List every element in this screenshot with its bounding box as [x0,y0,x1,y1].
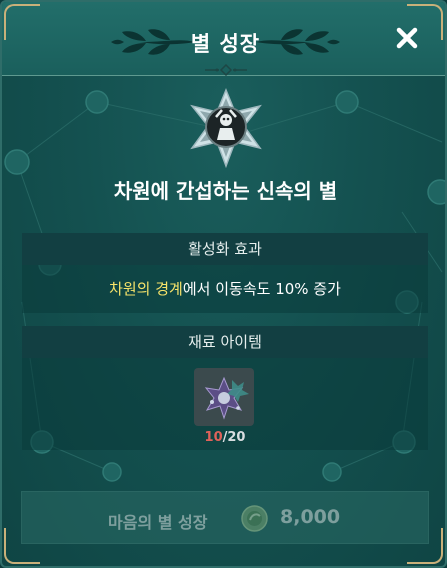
material-count: 10/20 [22,430,428,445]
grow-button-cost: 8,000 [280,506,341,528]
title-ornament-icon [205,64,247,76]
star-fragment-icon [204,376,249,420]
corner-ornament [4,4,40,40]
star-name: 차원에 간섭하는 신속의 별 [113,179,338,203]
corner-ornament [407,528,443,564]
material-count-current: 10 [204,430,223,445]
material-items-section: 재료 아이템 10/20 [22,326,428,450]
grow-star-button[interactable]: 마음의 별 성장 8,000 [21,491,429,544]
star-growth-dialog: 별 성장 차원에 간섭하는 신속의 별 활성화 효과 차원의 경계에서 이동속도… [0,0,447,568]
activation-effect-section: 활성화 효과 차원의 경계에서 이동속도 10% 증가 [22,233,428,313]
effect-text: 에서 이동속도 10% 증가 [182,280,341,298]
coin-icon [241,505,268,532]
grow-button-label: 마음의 별 성장 [108,513,208,532]
material-count-total: /20 [222,430,246,445]
section-header: 활성화 효과 [22,233,428,265]
dialog-title: 별 성장 [190,32,261,56]
corner-ornament [4,528,40,564]
star-emblem-icon [190,88,262,168]
effect-description: 차원의 경계에서 이동속도 10% 증가 [22,265,428,313]
effect-zone-highlight: 차원의 경계 [109,280,183,298]
section-header: 재료 아이템 [22,326,428,358]
material-item-slot[interactable] [194,368,254,426]
corner-ornament [407,4,443,40]
